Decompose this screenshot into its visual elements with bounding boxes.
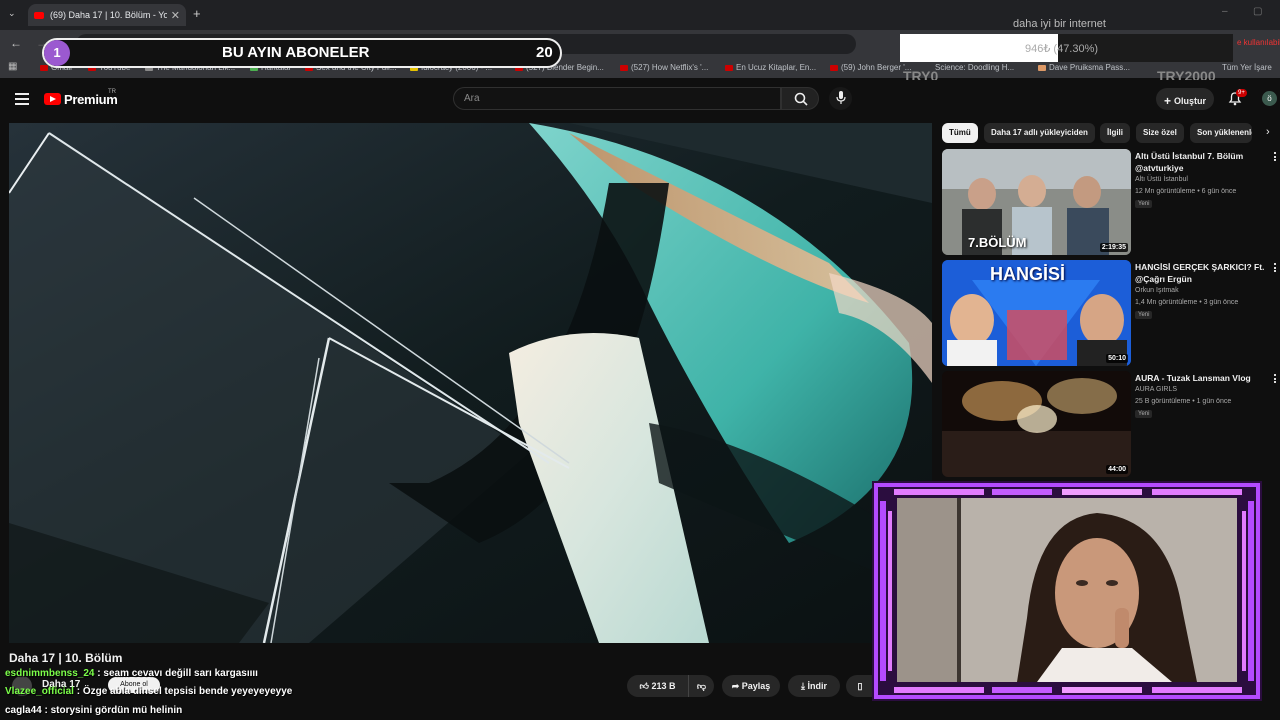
chip-recent[interactable]: Son yüklenenler [1190, 123, 1252, 143]
share-label: Paylaş [741, 681, 771, 691]
youtube-logo-icon[interactable] [44, 93, 61, 105]
minimize-icon[interactable]: – [1222, 6, 1228, 17]
plus-icon: + [1164, 94, 1172, 108]
new-badge: Yeni [1135, 311, 1153, 319]
share-button[interactable]: ➦ Paylaş [722, 675, 780, 697]
subscriber-rank-badge: 1 [44, 40, 70, 66]
microphone-icon [836, 91, 846, 104]
more-options-icon[interactable] [1274, 263, 1277, 274]
save-button[interactable]: ▯ [846, 675, 874, 697]
bookmark-item[interactable]: Dave Pruiksma Pass... [1038, 63, 1130, 72]
more-options-icon[interactable] [1274, 374, 1277, 385]
recommendation-channel[interactable]: Altı Üstü İstanbul [1135, 176, 1188, 183]
chat-user: Vlazee_official [5, 686, 74, 697]
bookmark-item[interactable]: Science: Doodling H... [935, 63, 1014, 72]
bookmark-item[interactable]: En Ucuz Kitaplar, En... [725, 63, 816, 72]
chat-message: esdnimmbenss_24 : seam cevavı değill sar… [5, 668, 258, 679]
apps-grid-icon[interactable]: ▦ [8, 61, 17, 72]
thumbs-down-icon: 👎︎ [696, 681, 707, 691]
recommendation-stats: 12 Mn görüntüleme • 6 gün önce [1135, 188, 1237, 195]
chat-text: Özge abla dinsel tepsisi bende yeyeyeyey… [82, 686, 293, 697]
donation-goal-bar: 946₺ (47.30%) [900, 34, 1233, 62]
like-button[interactable]: 👍︎ 213 B [627, 675, 688, 697]
menu-icon[interactable] [15, 93, 29, 105]
video-duration: 2:19:35 [1099, 243, 1128, 252]
create-button[interactable]: + Oluştur [1156, 88, 1214, 110]
share-icon: ➦ [731, 681, 740, 691]
video-player[interactable] [9, 123, 932, 643]
close-tab-icon[interactable]: ✕ [171, 9, 180, 22]
chat-text: storysini gördün mü helinin [50, 705, 183, 716]
video-title: Daha 17 | 10. Bölüm [9, 651, 123, 665]
search-icon [794, 92, 808, 106]
subscriber-goal-label: BU AYIN ABONELER [222, 44, 370, 61]
bookmark-item[interactable]: (59) John Berger '... [830, 63, 911, 72]
thumbnail-image [942, 371, 1131, 477]
subscriber-count: 20 [536, 44, 553, 61]
recommendation-stats: 1,4 Mn görüntüleme • 3 gün önce [1135, 299, 1239, 306]
recommendation-title[interactable]: Altı Üstü İstanbul 7. Bölüm @atvturkiye [1135, 150, 1265, 174]
bookmark-icon: ▯ [857, 681, 863, 691]
right-cut-text: e kullanılabilir [1237, 38, 1280, 47]
account-avatar[interactable]: ö [1262, 91, 1277, 106]
chevron-right-icon[interactable]: › [1266, 126, 1270, 138]
new-badge: Yeni [1135, 200, 1153, 208]
thumbs-up-icon: 👍︎ [639, 681, 649, 691]
notification-count-badge: 9+ [1236, 89, 1247, 97]
recommendation-channel[interactable]: Orkun Işıtmak [1135, 287, 1179, 294]
streamer-image [897, 498, 1237, 682]
recommendation-thumbnail[interactable]: 44:00 [942, 371, 1131, 477]
search-input[interactable]: Ara [453, 87, 781, 110]
download-label: İndir [807, 681, 828, 691]
thumbnail-text: HANGİSİ [990, 264, 1066, 284]
bookmark-item[interactable]: Tüm Yer İşare [1222, 63, 1272, 72]
maximize-icon[interactable]: ▢ [1253, 6, 1262, 17]
chat-message: cagla44 : storysini gördün mü helinin [5, 705, 183, 716]
chip-related[interactable]: İlgili [1100, 123, 1130, 143]
search-button[interactable] [781, 87, 819, 110]
donation-goal-title: daha iyi bir internet [1013, 18, 1106, 30]
chat-text: seam cevavı değill sarı kargasıııı [103, 668, 258, 679]
back-icon[interactable]: ← [10, 36, 22, 50]
region-code: TR [108, 89, 116, 95]
video-duration: 50:10 [1106, 354, 1128, 363]
browser-tab[interactable]: (69) Daha 17 | 10. Bölüm - You ✕ [28, 4, 186, 26]
chip-from-uploader[interactable]: Daha 17 adlı yükleyiciden [984, 123, 1095, 143]
chat-user: esdnimmbenss_24 [5, 668, 95, 679]
webcam-feed [897, 498, 1237, 682]
voice-search-button[interactable] [829, 87, 852, 110]
recommendation-thumbnail[interactable]: HANGİSİ 50:10 [942, 260, 1131, 366]
video-frame-abstract [9, 123, 932, 643]
recommendation-title[interactable]: HANGİSİ GERÇEK ŞARKICI? Ft. @Çağrı Ergün [1135, 261, 1265, 285]
recommendation-thumbnail[interactable]: 7.BÖLÜM 2:19:35 [942, 149, 1131, 255]
chat-message: Vlazee_official : Özge abla dinsel tepsi… [5, 686, 293, 697]
like-count: 213 B [651, 681, 676, 691]
chip-for-you[interactable]: Size özel [1136, 123, 1184, 143]
thumbnail-text: 7.BÖLÜM [968, 235, 1027, 250]
recommendation-channel[interactable]: AURA GIRLS [1135, 386, 1177, 393]
chat-user: cagla44 [5, 705, 42, 716]
tab-title: (69) Daha 17 | 10. Bölüm - You [50, 10, 167, 20]
chip-all[interactable]: Tümü [942, 123, 978, 143]
create-label: Oluştur [1174, 96, 1207, 106]
donation-goal-text: 946₺ (47.30%) [1025, 43, 1099, 55]
youtube-favicon-icon [34, 11, 44, 19]
tab-search-icon[interactable]: ⌄ [8, 8, 16, 19]
new-tab-icon[interactable]: + [193, 6, 201, 21]
new-badge: Yeni [1135, 410, 1153, 418]
dislike-button[interactable]: 👎︎ [688, 675, 714, 697]
bookmark-item[interactable]: (527) How Netflix's '... [620, 63, 708, 72]
recommendation-stats: 25 B görüntüleme • 1 gün önce [1135, 398, 1232, 405]
more-options-icon[interactable] [1274, 152, 1277, 163]
download-icon: ⤓ [801, 681, 805, 691]
video-duration: 44:00 [1106, 465, 1128, 474]
recommendation-title[interactable]: AURA - Tuzak Lansman Vlog [1135, 372, 1265, 384]
download-button[interactable]: ⤓ İndir [788, 675, 840, 697]
